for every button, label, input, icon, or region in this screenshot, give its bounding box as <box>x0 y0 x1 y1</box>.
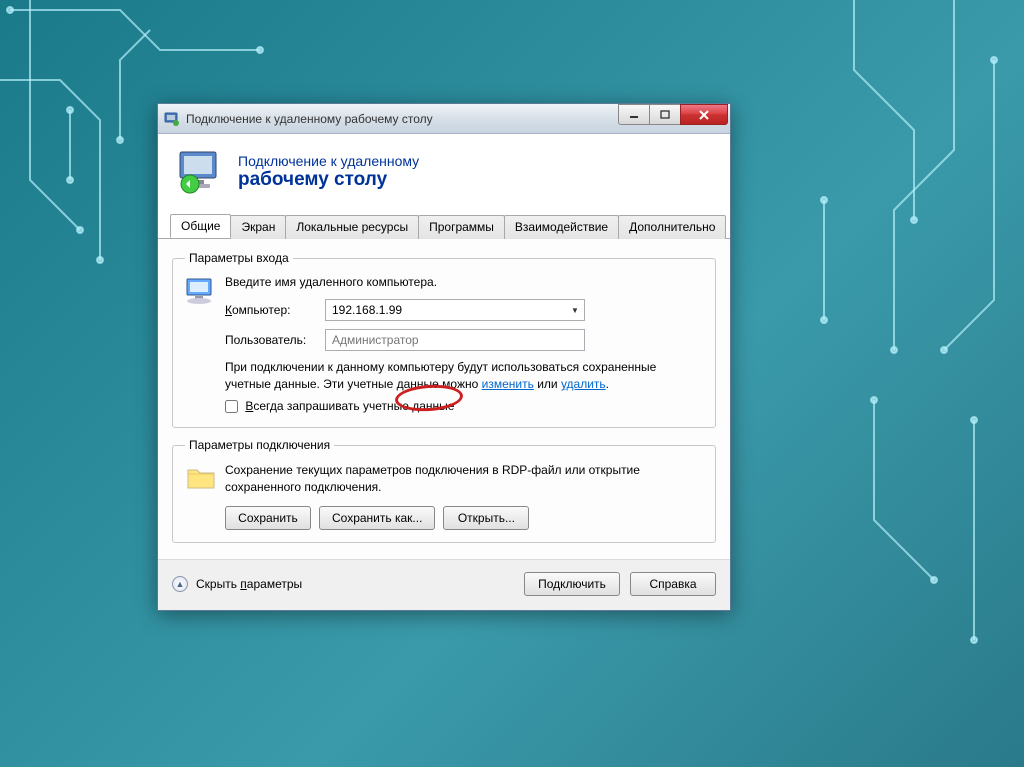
dialog-header: Подключение к удаленному рабочему столу <box>158 134 730 214</box>
tab-content-general: Параметры входа Введите имя удаленного к… <box>158 239 730 559</box>
connection-settings-group: Параметры подключения Сохранение текущих… <box>172 438 716 543</box>
dropdown-arrow-icon[interactable]: ▼ <box>566 300 584 320</box>
computer-combobox[interactable]: ▼ <box>325 299 585 321</box>
login-settings-group: Параметры входа Введите имя удаленного к… <box>172 251 716 428</box>
tab-programs[interactable]: Программы <box>418 215 505 239</box>
login-group-legend: Параметры входа <box>185 251 293 265</box>
header-subtitle: Подключение к удаленному <box>238 153 419 169</box>
window-title: Подключение к удаленному рабочему столу <box>186 112 619 126</box>
save-as-button[interactable]: Сохранить как... <box>319 506 435 530</box>
collapse-chevron-icon[interactable]: ▲ <box>172 576 188 592</box>
conn-group-legend: Параметры подключения <box>185 438 334 452</box>
header-title: рабочему столу <box>238 169 419 191</box>
save-button[interactable]: Сохранить <box>225 506 311 530</box>
help-button[interactable]: Справка <box>630 572 716 596</box>
rdp-dialog-window: Подключение к удаленному рабочему столу … <box>157 103 731 611</box>
circuit-deco <box>774 0 1024 700</box>
computer-icon <box>185 275 225 415</box>
username-input[interactable] <box>325 329 585 351</box>
login-instruction: Введите имя удаленного компьютера. <box>225 275 703 289</box>
user-label: Пользователь: <box>225 333 325 347</box>
titlebar[interactable]: Подключение к удаленному рабочему столу <box>158 104 730 134</box>
connect-button[interactable]: Подключить <box>524 572 620 596</box>
minimize-button[interactable] <box>618 104 650 125</box>
delete-credentials-link[interactable]: удалить <box>561 377 606 391</box>
rdp-app-icon <box>164 111 180 127</box>
dialog-footer: ▲ Скрыть параметры Подключить Справка <box>158 559 730 610</box>
credentials-info-text: При подключении к данному компьютеру буд… <box>225 359 703 415</box>
rdp-header-icon <box>176 148 224 196</box>
tab-display[interactable]: Экран <box>230 215 286 239</box>
open-button[interactable]: Открыть... <box>443 506 529 530</box>
tab-experience[interactable]: Взаимодействие <box>504 215 619 239</box>
always-ask-checkbox[interactable] <box>225 400 238 413</box>
tab-local-resources[interactable]: Локальные ресурсы <box>285 215 419 239</box>
folder-icon <box>185 462 225 530</box>
conn-instruction: Сохранение текущих параметров подключени… <box>225 462 703 496</box>
computer-input[interactable] <box>326 300 566 320</box>
edit-credentials-link[interactable]: изменить <box>482 377 534 391</box>
hide-options-link[interactable]: Скрыть параметры <box>196 577 302 591</box>
tab-general[interactable]: Общие <box>170 214 231 238</box>
computer-label: Компьютер: <box>225 303 325 317</box>
tab-row: Общие Экран Локальные ресурсы Программы … <box>158 214 730 239</box>
always-ask-label[interactable]: Всегда запрашивать учетные данные <box>245 399 454 413</box>
close-button[interactable] <box>680 104 728 125</box>
tab-advanced[interactable]: Дополнительно <box>618 215 726 239</box>
maximize-button[interactable] <box>649 104 681 125</box>
